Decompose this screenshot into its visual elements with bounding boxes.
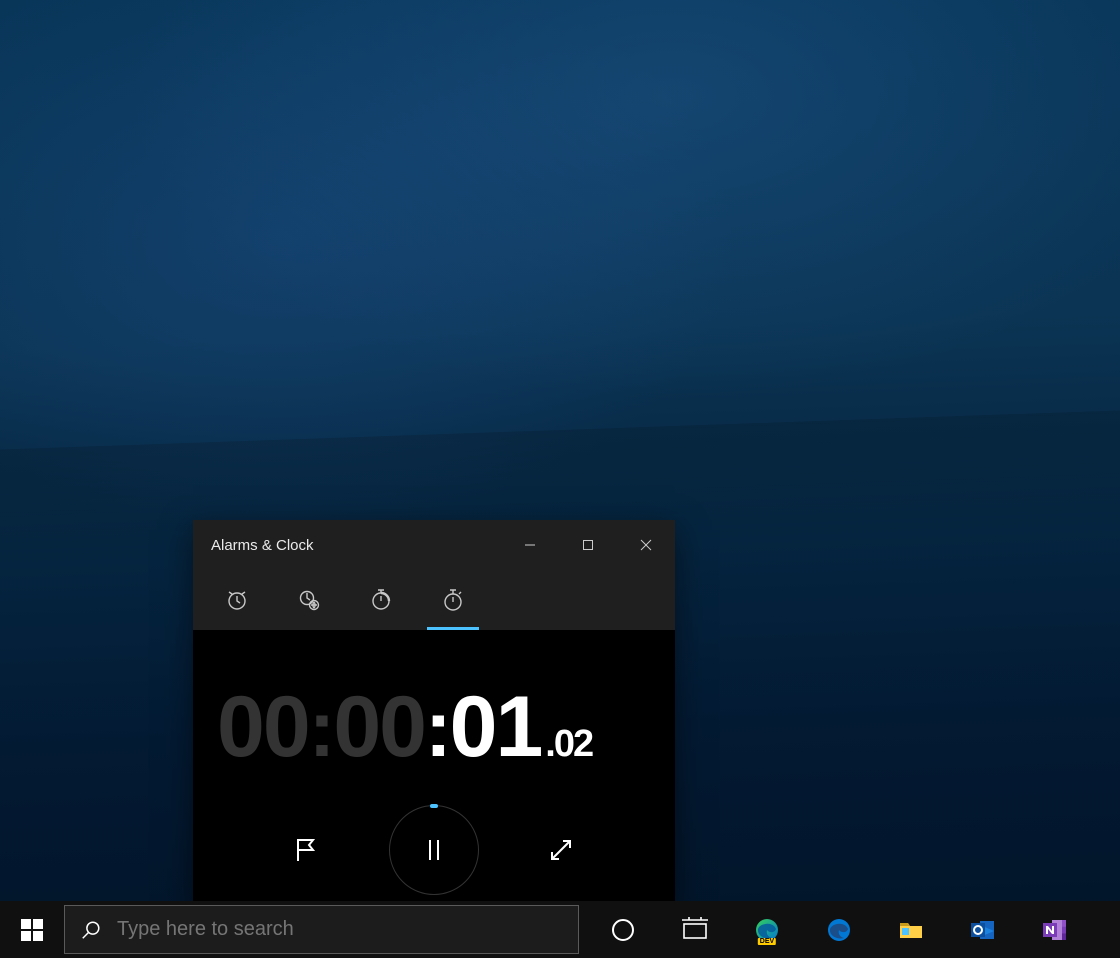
tab-world-clock[interactable] (273, 570, 345, 630)
taskbar: DEV (0, 901, 1120, 958)
tab-alarm[interactable] (201, 570, 273, 630)
file-explorer-button[interactable] (875, 901, 947, 958)
lap-button[interactable] (287, 830, 327, 870)
outlook-button[interactable] (947, 901, 1019, 958)
flag-icon (292, 835, 322, 865)
maximize-button[interactable] (559, 520, 617, 570)
pause-icon (423, 837, 445, 863)
sep-icon: : (425, 683, 450, 775)
task-view-button[interactable] (659, 901, 731, 958)
search-icon (65, 919, 117, 941)
title-bar: Alarms & Clock (193, 520, 675, 570)
outlook-icon (970, 917, 996, 943)
start-button[interactable] (0, 901, 64, 958)
dev-badge: DEV (758, 938, 776, 945)
stopwatch-icon (441, 588, 465, 612)
pause-button[interactable] (389, 805, 479, 895)
stopwatch-controls (213, 805, 655, 895)
edge-icon (826, 917, 852, 943)
search-input[interactable] (117, 918, 578, 941)
windows-logo-icon (21, 919, 43, 941)
stopwatch-time: 00 : 00 : 01 .02 (213, 678, 655, 777)
close-button[interactable] (617, 520, 675, 570)
timer-icon (369, 588, 393, 612)
alarm-clock-icon (225, 588, 249, 612)
stopwatch-seconds: 01 (450, 678, 542, 777)
stopwatch-panel: 00 : 00 : 01 .02 (193, 630, 675, 895)
sep-icon: : (309, 683, 334, 775)
edge-dev-button[interactable]: DEV (731, 901, 803, 958)
onenote-button[interactable] (1019, 901, 1091, 958)
stopwatch-fraction: .02 (541, 723, 592, 766)
taskbar-search[interactable] (64, 905, 579, 954)
tab-timer[interactable] (345, 570, 417, 630)
alarms-clock-window: Alarms & Clock (193, 520, 675, 908)
onenote-icon (1042, 917, 1068, 943)
window-title: Alarms & Clock (193, 537, 501, 554)
tab-stopwatch[interactable] (417, 570, 489, 630)
tab-bar (193, 570, 675, 630)
minimize-button[interactable] (501, 520, 559, 570)
cortana-button[interactable] (587, 901, 659, 958)
folder-icon (898, 917, 924, 943)
task-view-icon (682, 917, 708, 943)
stopwatch-minutes: 00 (333, 678, 425, 777)
expand-button[interactable] (541, 830, 581, 870)
expand-icon (546, 835, 576, 865)
edge-button[interactable] (803, 901, 875, 958)
cortana-icon (610, 917, 636, 943)
stopwatch-hours: 00 (217, 678, 309, 777)
world-clock-icon (297, 588, 321, 612)
